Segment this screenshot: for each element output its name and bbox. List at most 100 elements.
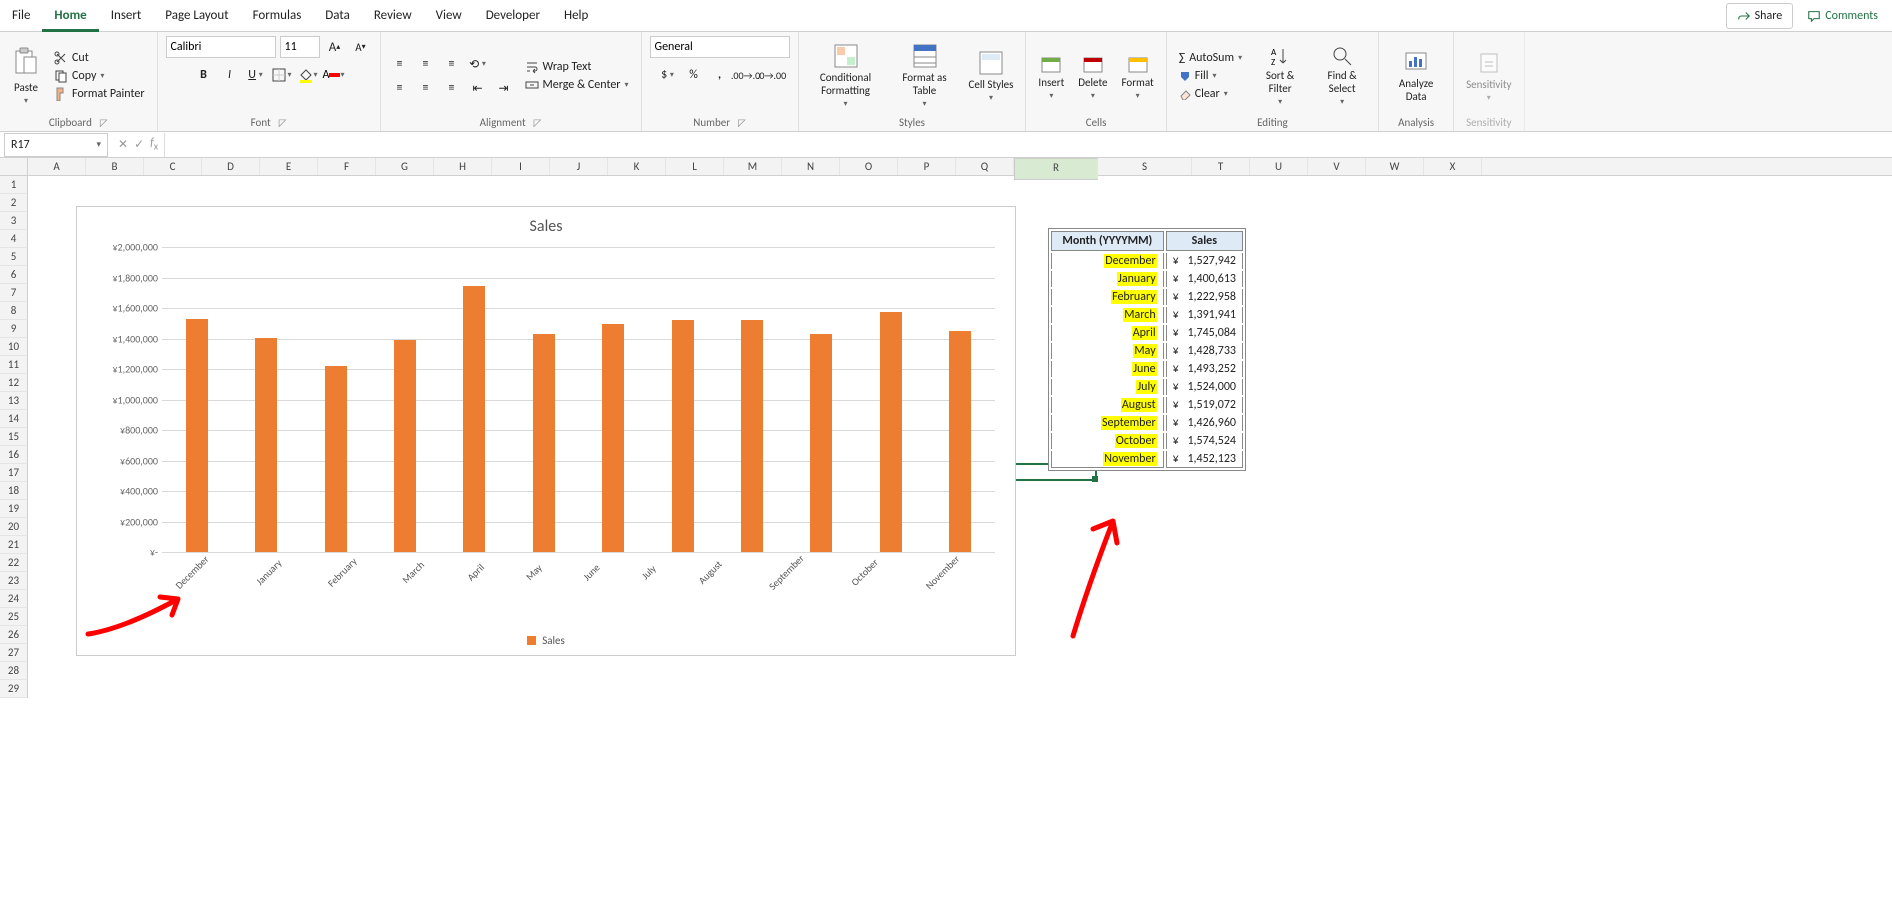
table-row[interactable]: December ¥1,527,942 bbox=[1051, 253, 1243, 269]
format-as-table-button[interactable]: Format as Table▾ bbox=[891, 41, 959, 111]
tab-data[interactable]: Data bbox=[313, 0, 362, 32]
row-header-11[interactable]: 11 bbox=[0, 356, 28, 374]
bar[interactable] bbox=[810, 334, 832, 552]
row-header-3[interactable]: 3 bbox=[0, 212, 28, 230]
month-cell[interactable]: October bbox=[1115, 434, 1157, 448]
row-header-26[interactable]: 26 bbox=[0, 626, 28, 644]
sort-filter-button[interactable]: AZSort & Filter▾ bbox=[1252, 43, 1308, 109]
format-cells-button[interactable]: Format▾ bbox=[1118, 50, 1158, 103]
chart-legend[interactable]: Sales bbox=[77, 634, 1015, 647]
tab-view[interactable]: View bbox=[424, 0, 474, 32]
borders-button[interactable]: ▾ bbox=[271, 64, 293, 86]
table-row[interactable]: September¥1,426,960 bbox=[1051, 415, 1243, 431]
increase-font-icon[interactable]: A▴ bbox=[324, 36, 346, 58]
increase-decimal-button[interactable]: .00→.0 bbox=[735, 64, 757, 86]
row-header-12[interactable]: 12 bbox=[0, 374, 28, 392]
fill-button[interactable]: Fill▾ bbox=[1175, 68, 1246, 84]
month-cell[interactable]: August bbox=[1121, 398, 1157, 412]
share-button[interactable]: Share bbox=[1726, 3, 1794, 29]
sales-cell[interactable]: ¥1,452,123 bbox=[1166, 451, 1243, 468]
fill-color-button[interactable]: ▾ bbox=[297, 64, 319, 86]
row-header-25[interactable]: 25 bbox=[0, 608, 28, 626]
col-header-J[interactable]: J bbox=[550, 158, 608, 175]
table-row[interactable]: July¥1,524,000 bbox=[1051, 379, 1243, 395]
row-header-2[interactable]: 2 bbox=[0, 194, 28, 212]
bar[interactable] bbox=[255, 338, 277, 552]
format-painter-button[interactable]: Format Painter bbox=[50, 86, 149, 102]
col-header-A[interactable]: A bbox=[28, 158, 86, 175]
sales-cell[interactable]: ¥1,391,941 bbox=[1166, 307, 1243, 323]
bar[interactable] bbox=[949, 331, 971, 552]
percent-button[interactable]: % bbox=[683, 64, 705, 86]
row-header-15[interactable]: 15 bbox=[0, 428, 28, 446]
col-header-T[interactable]: T bbox=[1192, 158, 1250, 175]
tab-home[interactable]: Home bbox=[42, 0, 98, 32]
sales-cell[interactable]: ¥1,428,733 bbox=[1166, 343, 1243, 359]
col-header-P[interactable]: P bbox=[898, 158, 956, 175]
month-cell[interactable]: May bbox=[1133, 344, 1156, 358]
name-box[interactable]: R17 ▾ bbox=[4, 133, 108, 157]
copy-button[interactable]: Copy ▾ bbox=[50, 68, 149, 84]
font-size-select[interactable] bbox=[280, 36, 320, 58]
col-header-X[interactable]: X bbox=[1424, 158, 1482, 175]
bar[interactable] bbox=[672, 320, 694, 552]
bar[interactable] bbox=[463, 286, 485, 552]
table-row[interactable]: March¥1,391,941 bbox=[1051, 307, 1243, 323]
table-row[interactable]: April¥1,745,084 bbox=[1051, 325, 1243, 341]
sales-cell[interactable]: ¥1,400,613 bbox=[1166, 271, 1243, 287]
row-header-1[interactable]: 1 bbox=[0, 176, 28, 194]
select-all-corner[interactable] bbox=[0, 158, 28, 175]
align-right-icon[interactable]: ≡ bbox=[441, 77, 463, 99]
month-cell[interactable]: July bbox=[1136, 380, 1156, 394]
col-header-F[interactable]: F bbox=[318, 158, 376, 175]
row-header-10[interactable]: 10 bbox=[0, 338, 28, 356]
table-row[interactable]: May ¥1,428,733 bbox=[1051, 343, 1243, 359]
cancel-formula-icon[interactable]: ✕ bbox=[118, 137, 128, 152]
tab-insert[interactable]: Insert bbox=[99, 0, 154, 32]
month-cell[interactable]: April bbox=[1132, 326, 1157, 340]
align-bottom-icon[interactable]: ≡ bbox=[441, 53, 463, 75]
col-header-M[interactable]: M bbox=[724, 158, 782, 175]
find-select-button[interactable]: Find & Select▾ bbox=[1314, 43, 1370, 109]
col-header-D[interactable]: D bbox=[202, 158, 260, 175]
data-table[interactable]: Month (YYYYMM) Sales December¥1,527,942J… bbox=[1048, 228, 1246, 471]
row-header-27[interactable]: 27 bbox=[0, 644, 28, 662]
dialog-launcher-icon[interactable]: ◸ bbox=[279, 116, 287, 129]
row-header-8[interactable]: 8 bbox=[0, 302, 28, 320]
indent-decrease-icon[interactable]: ⇤ bbox=[467, 77, 489, 99]
orientation-icon[interactable]: ⟲ ▾ bbox=[467, 53, 489, 75]
col-header-O[interactable]: O bbox=[840, 158, 898, 175]
align-center-icon[interactable]: ≡ bbox=[415, 77, 437, 99]
sales-cell[interactable]: ¥1,527,942 bbox=[1166, 253, 1243, 269]
row-header-14[interactable]: 14 bbox=[0, 410, 28, 428]
row-header-22[interactable]: 22 bbox=[0, 554, 28, 572]
tab-file[interactable]: File bbox=[0, 0, 42, 32]
tab-help[interactable]: Help bbox=[552, 0, 600, 32]
row-header-20[interactable]: 20 bbox=[0, 518, 28, 536]
table-row[interactable]: June¥1,493,252 bbox=[1051, 361, 1243, 377]
table-row[interactable]: January¥1,400,613 bbox=[1051, 271, 1243, 287]
clear-button[interactable]: Clear▾ bbox=[1175, 86, 1246, 102]
chart-title[interactable]: Sales bbox=[77, 207, 1015, 240]
tab-developer[interactable]: Developer bbox=[474, 0, 552, 32]
row-header-7[interactable]: 7 bbox=[0, 284, 28, 302]
paste-button[interactable]: Paste ▾ bbox=[8, 45, 44, 108]
row-header-13[interactable]: 13 bbox=[0, 392, 28, 410]
bar[interactable] bbox=[741, 320, 763, 552]
col-header-U[interactable]: U bbox=[1250, 158, 1308, 175]
number-format-select[interactable] bbox=[650, 36, 790, 58]
formula-bar[interactable] bbox=[164, 133, 1892, 157]
autosum-button[interactable]: ∑AutoSum▾ bbox=[1175, 50, 1246, 66]
row-header-24[interactable]: 24 bbox=[0, 590, 28, 608]
col-header-I[interactable]: I bbox=[492, 158, 550, 175]
row-header-17[interactable]: 17 bbox=[0, 464, 28, 482]
bar[interactable] bbox=[533, 334, 555, 552]
col-header-H[interactable]: H bbox=[434, 158, 492, 175]
row-header-4[interactable]: 4 bbox=[0, 230, 28, 248]
col-header-V[interactable]: V bbox=[1308, 158, 1366, 175]
month-cell[interactable]: February bbox=[1111, 290, 1157, 304]
month-cell[interactable]: December bbox=[1104, 254, 1156, 268]
wrap-text-button[interactable]: Wrap Text bbox=[521, 59, 633, 75]
plot-area[interactable]: ¥-¥200,000¥400,000¥600,000¥800,000¥1,000… bbox=[162, 247, 995, 552]
col-header-Q[interactable]: Q bbox=[956, 158, 1014, 175]
